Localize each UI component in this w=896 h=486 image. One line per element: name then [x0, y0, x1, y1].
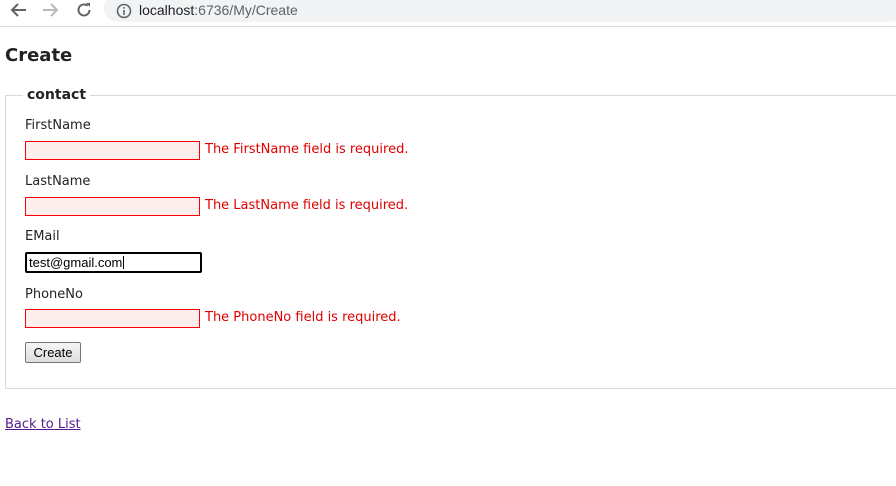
phoneno-label: PhoneNo [25, 287, 83, 302]
firstname-label: FirstName [25, 118, 91, 133]
back-to-list-link[interactable]: Back to List [5, 417, 81, 432]
firstname-error: The FirstName field is required. [205, 142, 409, 157]
url-host: localhost [139, 2, 195, 18]
address-bar[interactable]: localhost:6736/My/Create [104, 0, 896, 22]
firstname-input[interactable] [25, 141, 200, 160]
browser-toolbar: localhost:6736/My/Create [0, 0, 896, 27]
url-text[interactable]: localhost:6736/My/Create [139, 2, 298, 18]
fieldset-legend: contact [27, 87, 87, 103]
create-button[interactable]: Create [25, 342, 81, 363]
lastname-input[interactable] [25, 197, 200, 216]
contact-fieldset: contact [5, 87, 896, 389]
email-input-value: test@gmail.com [29, 255, 123, 270]
site-info-icon[interactable] [116, 3, 132, 19]
forward-arrow-icon[interactable] [40, 0, 62, 20]
reload-icon[interactable] [73, 0, 95, 20]
text-caret [123, 256, 125, 269]
page-title: Create [5, 45, 73, 66]
url-path: :6736/My/Create [194, 2, 298, 18]
email-label: EMail [25, 229, 60, 244]
phoneno-error: The PhoneNo field is required. [205, 310, 401, 325]
lastname-error: The LastName field is required. [205, 198, 409, 213]
back-arrow-icon[interactable] [7, 0, 29, 20]
lastname-label: LastName [25, 174, 91, 189]
phoneno-input[interactable] [25, 309, 200, 328]
email-input[interactable]: test@gmail.com [25, 252, 202, 273]
